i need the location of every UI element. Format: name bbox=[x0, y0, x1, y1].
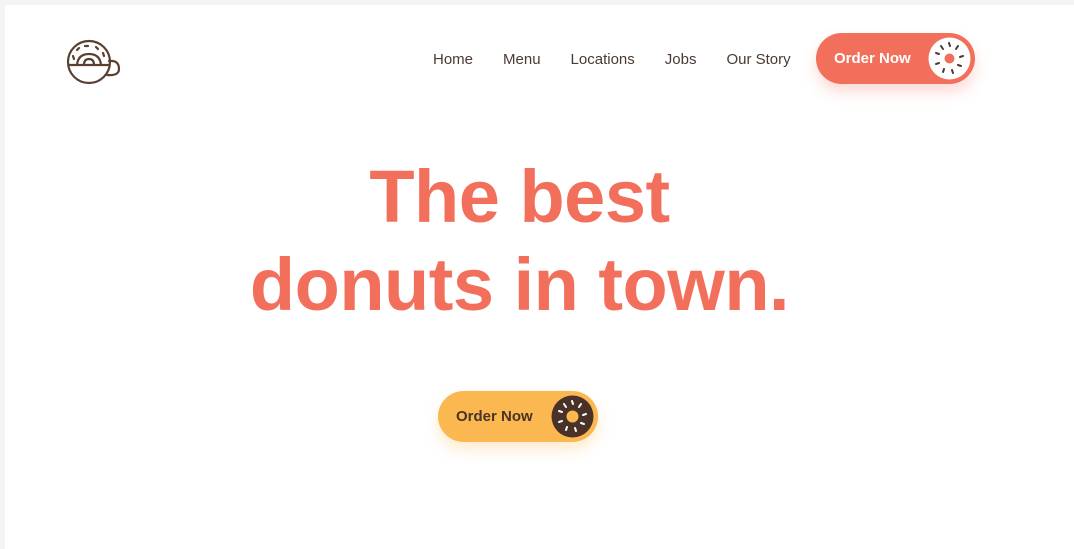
nav-link-jobs[interactable]: Jobs bbox=[665, 51, 697, 68]
nav-link-menu[interactable]: Menu bbox=[503, 51, 541, 68]
hero-order-now-label: Order Now bbox=[456, 408, 533, 425]
nav-link-locations[interactable]: Locations bbox=[571, 51, 635, 68]
page: Home Menu Locations Jobs Our Story Order… bbox=[5, 5, 1074, 549]
nav-order-now-button[interactable]: Order Now bbox=[816, 33, 975, 84]
coffee-cup-icon bbox=[66, 39, 121, 85]
main-nav: Home Menu Locations Jobs Our Story bbox=[433, 49, 791, 69]
logo-icon[interactable] bbox=[65, 38, 125, 90]
hero-headline-line-2: donuts in town. bbox=[249, 243, 790, 326]
donut-icon bbox=[551, 395, 594, 438]
hero-headline-line-1: The best bbox=[369, 155, 670, 238]
nav-link-our-story[interactable]: Our Story bbox=[726, 51, 790, 68]
hero-order-now-button[interactable]: Order Now bbox=[438, 391, 598, 442]
nav-link-home[interactable]: Home bbox=[433, 51, 473, 68]
donut-icon bbox=[928, 37, 971, 80]
nav-order-now-label: Order Now bbox=[834, 50, 911, 67]
hero-headline: The best donuts in town. bbox=[5, 153, 1034, 329]
